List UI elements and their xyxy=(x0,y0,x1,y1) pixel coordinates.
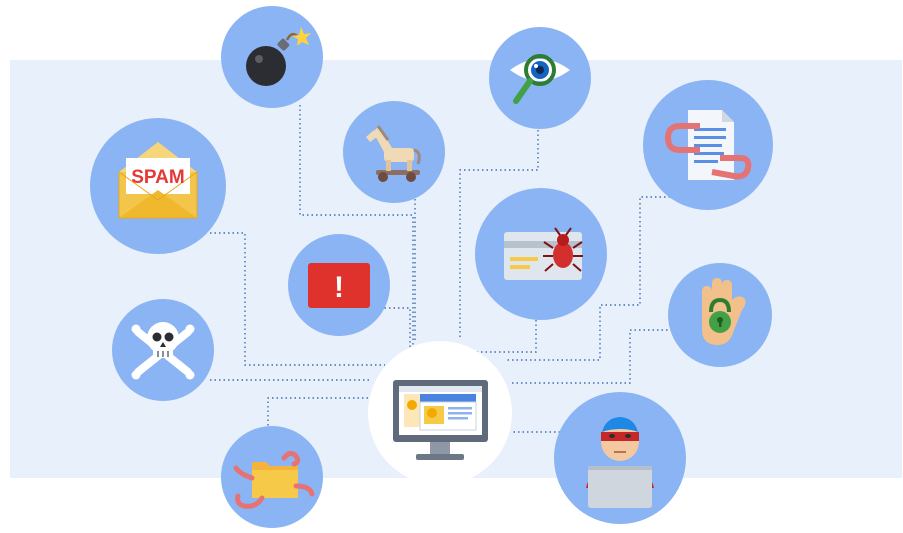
alert-icon: ! xyxy=(308,263,370,308)
center-node xyxy=(368,341,512,485)
trojan-node xyxy=(343,101,445,203)
alert-node: ! xyxy=(288,234,390,336)
spam-node: SPAM xyxy=(90,118,226,254)
diagram-canvas: SPAM ! xyxy=(90,6,773,528)
ransom-node xyxy=(668,263,772,367)
worms-node xyxy=(221,426,323,528)
connector-card xyxy=(470,320,537,353)
hacker-node xyxy=(554,392,686,524)
phishing-node xyxy=(643,80,773,210)
bomb-node xyxy=(221,6,323,108)
connector-worms xyxy=(267,397,372,430)
card-bug-node xyxy=(475,188,607,320)
spam-label: SPAM xyxy=(131,167,184,188)
skull-node xyxy=(112,299,214,401)
connector-ransom xyxy=(510,329,672,384)
spyware-node xyxy=(489,27,591,129)
alert-label: ! xyxy=(334,271,344,304)
threat-diagram: SPAM ! xyxy=(0,0,903,533)
credit-card-bug-icon xyxy=(504,227,583,280)
